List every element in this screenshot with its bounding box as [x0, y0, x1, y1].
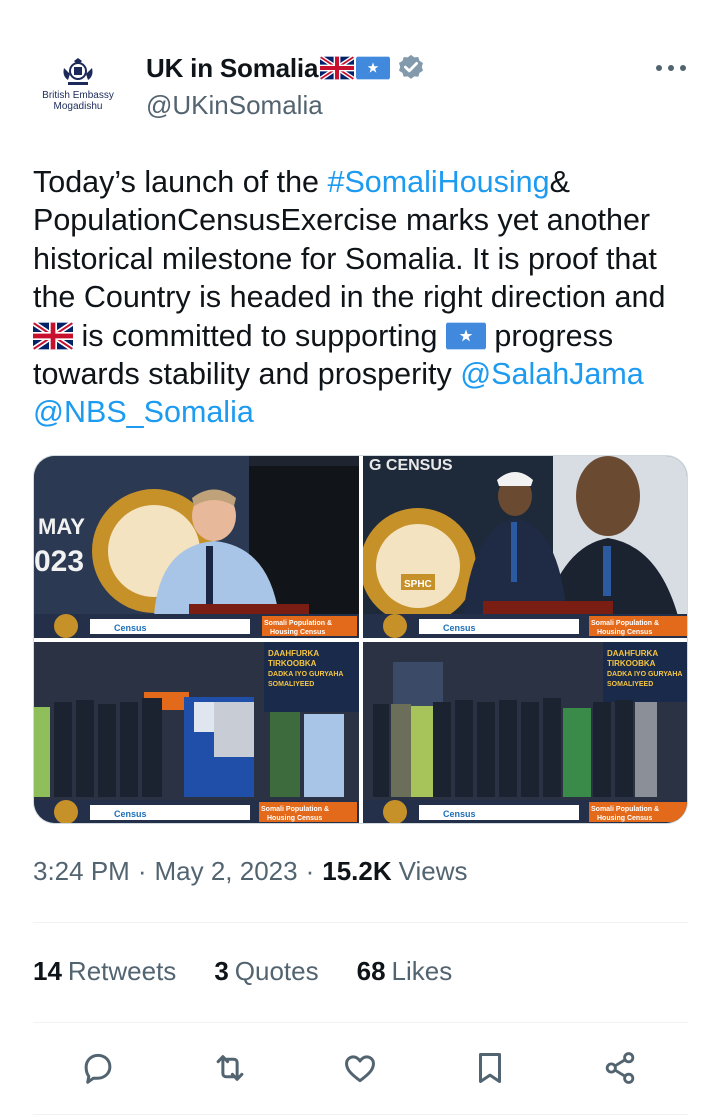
display-name-row[interactable]: UK in Somalia: [146, 50, 426, 86]
uk-flag-icon: [33, 321, 73, 350]
photo-text: DAAHFURKA: [607, 649, 658, 658]
photo-minister-speaking[interactable]: G CENSUS SPHC Somali Population & Housin…: [363, 456, 687, 638]
banner-text: Housing Census: [597, 629, 652, 636]
verified-badge-icon: [399, 54, 424, 79]
mention-link[interactable]: @NBS_Somalia: [33, 395, 254, 429]
banner-text: Somali Population &: [261, 806, 329, 813]
separator-dot: ·: [137, 856, 147, 886]
views-label: Views: [398, 856, 468, 886]
avatar-text-line2: Mogadishu: [53, 101, 103, 112]
bookmark-icon: [478, 1053, 502, 1083]
tweet-time[interactable]: 3:24 PM: [33, 856, 130, 887]
banner-text: Housing Census: [597, 815, 652, 822]
photo-text: SOMALIYEED: [268, 681, 314, 688]
sphc-logo: SPHC: [404, 579, 432, 590]
census-logo: Census: [114, 809, 147, 819]
action-bar: [0, 1046, 720, 1094]
likes-count: 68: [356, 956, 386, 986]
tweet-text-part: Today’s launch of the: [33, 165, 328, 199]
likes-label: Likes: [391, 956, 453, 986]
hashtag-link[interactable]: #SomaliHousing: [327, 165, 549, 199]
tweet-header: British Embassy Mogadishu UK in Somalia …: [0, 0, 720, 140]
photo-text: SOMALIYEED: [607, 681, 653, 688]
tweet-text: Today’s launch of the #SomaliHousing& Po…: [33, 163, 693, 432]
media-grid: MAY 023 Somali Population & Housing Cens…: [33, 455, 688, 824]
census-logo: Census: [114, 623, 147, 633]
display-name[interactable]: UK in Somalia: [146, 53, 318, 84]
tweet-date[interactable]: May 2, 2023: [155, 856, 298, 887]
somalia-flag-icon: [445, 322, 486, 350]
retweets-count: 14: [33, 956, 62, 986]
photo-group-shot[interactable]: DAAHFURKA TIRKOOBKA DADKA IYO GURYAHA SO…: [363, 642, 687, 823]
more-icon[interactable]: [656, 56, 686, 80]
quotes-count: 3: [214, 956, 229, 986]
divider: [33, 1022, 688, 1023]
divider: [33, 1114, 688, 1115]
avatar[interactable]: British Embassy Mogadishu: [32, 58, 124, 128]
somalia-flag-icon: [356, 56, 391, 80]
banner-text: Housing Census: [267, 815, 322, 822]
photo-text: DADKA IYO GURYAHA: [268, 671, 343, 678]
tweet-text-part: is committed to supporting: [73, 318, 446, 353]
banner-text: Somali Population &: [591, 806, 659, 813]
mention-link[interactable]: @SalahJama: [460, 357, 644, 391]
share-icon: [605, 1052, 635, 1084]
photo-text: TIRKOOBKA: [268, 659, 317, 668]
royal-crest-icon: [63, 58, 93, 85]
like-button[interactable]: [338, 1046, 382, 1090]
avatar-text-line1: British Embassy: [42, 90, 114, 101]
retweets-stat[interactable]: 14 Retweets: [33, 956, 176, 987]
reply-icon: [84, 1053, 112, 1084]
views-count: 15.2K: [322, 856, 392, 886]
retweets-label: Retweets: [67, 956, 177, 986]
retweet-button[interactable]: [208, 1046, 252, 1090]
photo-text: MAY: [38, 514, 85, 539]
banner-text: Somali Population &: [264, 620, 332, 627]
photo-text: DADKA IYO GURYAHA: [607, 671, 682, 678]
banner-text: Somali Population &: [591, 620, 659, 627]
photo-text: DAAHFURKA: [268, 649, 319, 658]
share-button[interactable]: [598, 1046, 642, 1090]
divider: [33, 922, 688, 923]
separator-dot: ·: [305, 856, 315, 886]
uk-flag-icon: [320, 56, 355, 80]
quotes-stat[interactable]: 3 Quotes: [214, 956, 318, 987]
quotes-label: Quotes: [234, 956, 319, 986]
photo-text: 023: [34, 545, 84, 578]
photo-speaker-podium[interactable]: MAY 023 Somali Population & Housing Cens…: [34, 456, 359, 638]
likes-stat[interactable]: 68 Likes: [357, 956, 453, 987]
banner-text: Housing Census: [270, 629, 325, 636]
reply-button[interactable]: [76, 1046, 120, 1090]
photo-text: G CENSUS: [369, 457, 453, 474]
census-logo: Census: [443, 623, 476, 633]
retweet-icon: [216, 1055, 244, 1081]
engagement-stats: 14 Retweets 3 Quotes 68 Likes: [33, 956, 490, 987]
census-logo: Census: [443, 809, 476, 819]
bookmark-button[interactable]: [468, 1046, 512, 1090]
like-icon: [345, 1055, 375, 1083]
photo-plaque-unveiling[interactable]: DAAHFURKA TIRKOOBKA DADKA IYO GURYAHA SO…: [34, 642, 359, 823]
tweet-meta: 3:24 PM · May 2, 2023 · 15.2K Views: [33, 856, 468, 887]
photo-text: TIRKOOBKA: [607, 659, 656, 668]
account-handle[interactable]: @UKinSomalia: [146, 90, 323, 121]
